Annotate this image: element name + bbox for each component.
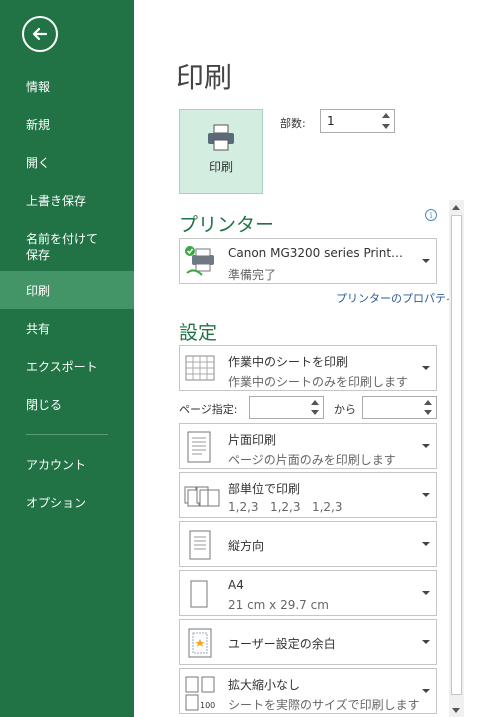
copies-value: 1 xyxy=(327,114,335,128)
collate-dropdown[interactable]: 部単位で印刷 1,2,3 1,2,3 1,2,3 xyxy=(179,472,437,518)
nav-options[interactable]: オプション xyxy=(0,488,134,516)
paper-size-dropdown[interactable]: A4 21 cm x 29.7 cm xyxy=(179,570,437,616)
margins-icon xyxy=(184,626,220,662)
scrollbar-thumb[interactable] xyxy=(451,215,462,695)
orientation-dropdown[interactable]: 縦方向 xyxy=(179,521,437,567)
nav-info[interactable]: 情報 xyxy=(0,72,134,100)
pages-label: ページ指定: xyxy=(179,403,238,416)
collate-icon xyxy=(184,479,220,515)
chevron-down-icon xyxy=(422,591,430,595)
print-scope-title: 作業中のシートを印刷 xyxy=(228,355,349,369)
scaling-icon: 100 xyxy=(184,675,220,711)
print-button[interactable]: 印刷 xyxy=(179,109,263,194)
scaling-dropdown[interactable]: 100 拡大縮小なし シートを実際のサイズで印刷します xyxy=(179,668,437,714)
increment-icon[interactable] xyxy=(378,110,394,121)
nav-open[interactable]: 開く xyxy=(0,148,134,176)
paper-size-desc: 21 cm x 29.7 cm xyxy=(228,598,329,612)
collate-desc: 1,2,3 1,2,3 1,2,3 xyxy=(228,500,343,514)
backstage-sidebar: 情報 新規 開く 上書き保存 名前を付けて 保存 印刷 共有 エクスポート 閉じ… xyxy=(0,0,134,717)
nav-share[interactable]: 共有 xyxy=(0,314,134,342)
scaling-desc: シートを実際のサイズで印刷します xyxy=(228,698,420,712)
sheet-grid-icon xyxy=(184,352,220,388)
collate-title: 部単位で印刷 xyxy=(228,482,301,496)
printer-name: Canon MG3200 series Print… xyxy=(228,246,404,260)
nav-label: 新規 xyxy=(26,117,51,132)
nav-label: 印刷 xyxy=(26,283,51,298)
copies-stepper[interactable]: 1 xyxy=(320,109,395,133)
paper-size-icon xyxy=(184,577,220,613)
pages-from-input[interactable] xyxy=(249,396,324,419)
copies-label: 部数: xyxy=(280,117,306,130)
back-arrow-icon[interactable] xyxy=(22,16,58,52)
nav-label: アカウント xyxy=(26,457,87,472)
nav-export[interactable]: エクスポート xyxy=(0,352,134,380)
chevron-down-icon xyxy=(422,689,430,693)
printer-dropdown[interactable]: Canon MG3200 series Print… 準備完了 xyxy=(179,238,437,284)
sides-title: 片面印刷 xyxy=(228,433,277,447)
sides-desc: ページの片面のみを印刷します xyxy=(228,453,396,467)
scaling-title: 拡大縮小なし xyxy=(228,678,301,692)
print-scope-dropdown[interactable]: 作業中のシートを印刷 作業中のシートのみを印刷します xyxy=(179,345,437,391)
decrement-icon[interactable] xyxy=(378,121,394,132)
sides-dropdown[interactable]: 片面印刷 ページの片面のみを印刷します xyxy=(179,423,437,469)
margins-dropdown[interactable]: ユーザー設定の余白 xyxy=(179,619,437,665)
nav-label: 開く xyxy=(26,155,51,170)
nav-label: 情報 xyxy=(26,79,51,94)
nav-close[interactable]: 閉じる xyxy=(0,390,134,418)
paper-size-title: A4 xyxy=(228,578,244,592)
nav-label: エクスポート xyxy=(26,359,98,374)
page-title: 印刷 xyxy=(176,61,233,94)
nav-print[interactable]: 印刷 xyxy=(0,271,134,309)
nav-label: 上書き保存 xyxy=(26,193,87,208)
chevron-down-icon xyxy=(422,444,430,448)
nav-save-as[interactable]: 名前を付けて 保存 xyxy=(0,226,134,268)
print-scope-desc: 作業中のシートのみを印刷します xyxy=(228,375,409,389)
nav-label: オプション xyxy=(26,495,87,510)
nav-account[interactable]: アカウント xyxy=(0,450,134,478)
chevron-down-icon xyxy=(422,259,430,263)
pages-to-label: から xyxy=(334,403,356,416)
orientation-title: 縦方向 xyxy=(228,539,265,553)
printer-status-icon xyxy=(184,245,220,281)
svg-text:100: 100 xyxy=(200,701,215,710)
scroll-down-icon[interactable] xyxy=(452,708,460,713)
chevron-down-icon xyxy=(422,640,430,644)
chevron-down-icon xyxy=(422,542,430,546)
printer-heading: プリンター xyxy=(179,214,275,236)
nav-label: 閉じる xyxy=(26,397,63,412)
info-icon[interactable]: i xyxy=(425,209,437,221)
chevron-down-icon xyxy=(422,493,430,497)
scroll-up-icon[interactable] xyxy=(452,205,460,210)
nav-save[interactable]: 上書き保存 xyxy=(0,186,134,214)
decrement-icon[interactable] xyxy=(307,407,323,418)
portrait-icon xyxy=(184,528,220,564)
nav-new[interactable]: 新規 xyxy=(0,110,134,138)
nav-label: 名前を付けて 保存 xyxy=(26,232,99,262)
printer-properties-link[interactable]: プリンターのプロパティ xyxy=(336,290,456,306)
print-button-label: 印刷 xyxy=(208,160,233,174)
printer-status: 準備完了 xyxy=(228,268,277,282)
single-sided-icon xyxy=(184,430,220,466)
decrement-icon[interactable] xyxy=(420,407,436,418)
settings-heading: 設定 xyxy=(179,322,218,344)
nav-label: 共有 xyxy=(26,321,51,336)
margins-title: ユーザー設定の余白 xyxy=(228,637,336,651)
printer-icon xyxy=(208,124,234,151)
chevron-down-icon xyxy=(422,366,430,370)
pages-to-input[interactable] xyxy=(362,396,437,419)
nav-divider xyxy=(26,434,108,435)
